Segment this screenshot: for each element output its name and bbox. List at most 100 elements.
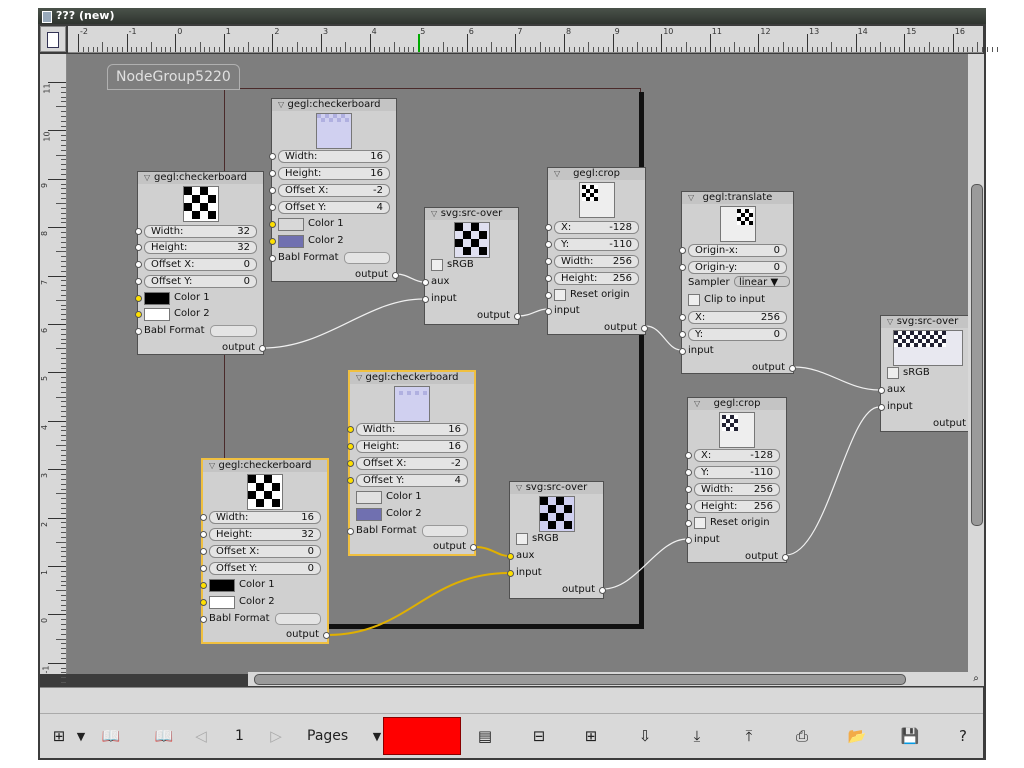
output-port[interactable]: output	[272, 268, 399, 282]
width-field[interactable]: Width: 16	[200, 510, 327, 524]
upload-icon[interactable]: ⤒	[738, 725, 760, 747]
offset-x-field[interactable]: Offset X: 0	[200, 544, 327, 558]
babl-format-field[interactable]: Babl Format	[269, 251, 396, 265]
offset-x-field[interactable]: Offset X: -2	[347, 456, 474, 470]
output-port[interactable]: output	[425, 309, 521, 323]
save-icon[interactable]: 💾	[899, 725, 921, 747]
srgb-checkbox[interactable]: sRGB	[510, 532, 603, 546]
height-field[interactable]: Height: 256	[545, 271, 645, 285]
offset-y-field[interactable]: Offset Y: 4	[269, 200, 396, 214]
offset-y-field[interactable]: Offset Y: 0	[200, 561, 327, 575]
babl-format-field[interactable]: Babl Format	[347, 524, 474, 538]
output-port[interactable]: output	[138, 341, 266, 355]
vertical-scrollbar[interactable]	[968, 54, 984, 674]
color-2-picker[interactable]: Color 2	[200, 595, 327, 609]
output-port[interactable]: output	[881, 417, 969, 431]
crop-node[interactable]: ▽ gegl:crop X: -128 Y: -110 Width: 256 Heigh…	[545, 167, 648, 335]
collapse-icon[interactable]: ▽	[694, 398, 700, 410]
horizontal-scrollbar[interactable]	[248, 672, 968, 686]
checkerboard-node[interactable]: ▽ gegl:checkerboard Width: 16 Height: 32 Of…	[200, 458, 330, 644]
color-1-picker[interactable]: Color 1	[135, 291, 263, 305]
collapse-icon[interactable]: ▽	[554, 168, 560, 180]
reset-origin-checkbox[interactable]: Reset origin	[685, 516, 786, 530]
page-view-button[interactable]	[40, 26, 66, 52]
input-port[interactable]: input	[545, 304, 645, 318]
x-field[interactable]: X: -128	[685, 448, 786, 462]
y-field[interactable]: Y: 0	[679, 327, 793, 341]
aux-port[interactable]: aux	[422, 275, 518, 289]
output-port[interactable]: output	[548, 321, 648, 335]
input-port[interactable]: input	[878, 400, 969, 414]
collapse-icon[interactable]: ▽	[516, 482, 522, 494]
crop-node[interactable]: ▽ gegl:crop X: -128 Y: -110 Width: 256 Heigh…	[685, 397, 789, 564]
color-2-picker[interactable]: Color 2	[269, 234, 396, 248]
document-icon[interactable]: ▤	[474, 725, 496, 747]
help-icon[interactable]: ?	[952, 725, 974, 747]
offset-y-field[interactable]: Offset Y: 4	[347, 473, 474, 487]
clip-to-input-checkbox[interactable]: Clip to input	[682, 293, 793, 307]
sampler-select[interactable]: Sampler linear ▼	[682, 276, 793, 290]
previous-page-icon[interactable]: ◁	[190, 725, 212, 747]
width-field[interactable]: Width: 16	[347, 422, 474, 436]
input-port[interactable]: input	[507, 566, 603, 580]
width-field[interactable]: Width: 32	[135, 224, 263, 238]
collapse-icon[interactable]: ▽	[209, 460, 215, 472]
collapse-icon[interactable]: ▽	[278, 99, 284, 111]
output-port[interactable]: output	[203, 628, 330, 642]
height-field[interactable]: Height: 16	[347, 439, 474, 453]
node-canvas[interactable]: NodeGroup5220 ▽ gegl:checkerboard Width: 3…	[67, 54, 969, 674]
output-port[interactable]: output	[350, 540, 477, 554]
srgb-checkbox[interactable]: sRGB	[425, 258, 518, 272]
collapse-icon[interactable]: ▽	[887, 316, 893, 328]
horizontal-scroll-thumb[interactable]	[254, 674, 906, 685]
print-icon[interactable]: ⎙	[791, 725, 813, 747]
checkerboard-node[interactable]: ▽ gegl:checkerboard Width: 16 Height: 16 Of…	[347, 370, 477, 556]
reset-origin-checkbox[interactable]: Reset origin	[545, 288, 645, 302]
collapse-icon[interactable]: ▽	[356, 372, 362, 384]
srgb-checkbox[interactable]: sRGB	[881, 366, 969, 380]
origin-x-field[interactable]: Origin-x: 0	[679, 243, 793, 257]
checkerboard-node[interactable]: ▽ gegl:checkerboard Width: 16 Height: 16 Of…	[269, 98, 399, 282]
output-port[interactable]: output	[682, 361, 796, 375]
color-swatch[interactable]	[383, 717, 461, 755]
y-field[interactable]: Y: -110	[685, 465, 786, 479]
color-2-picker[interactable]: Color 2	[135, 307, 263, 321]
zoom-in-icon[interactable]: ⊞	[580, 725, 602, 747]
zoom-out-icon[interactable]: ⊟	[528, 725, 550, 747]
collapse-icon[interactable]: ▽	[431, 208, 437, 220]
tree-view-icon[interactable]: ⊞	[48, 725, 70, 747]
width-field[interactable]: Width: 256	[545, 254, 645, 268]
output-port[interactable]: output	[688, 550, 789, 564]
x-field[interactable]: X: -128	[545, 220, 645, 234]
open-book-left-icon[interactable]: 📖	[100, 725, 122, 747]
color-2-picker[interactable]: Color 2	[350, 507, 474, 521]
translate-node[interactable]: ▽ gegl:translate Origin-x: 0 Origin-y: 0 Sa…	[679, 191, 796, 375]
color-1-picker[interactable]: Color 1	[269, 217, 396, 231]
input-port[interactable]: input	[685, 533, 786, 547]
aux-port[interactable]: aux	[878, 383, 969, 397]
zoom-icon[interactable]: ⌕	[968, 672, 984, 686]
src-over-node[interactable]: ▽ svg:src-over sRGB aux input output	[507, 481, 606, 599]
offset-x-field[interactable]: Offset X: -2	[269, 183, 396, 197]
aux-port[interactable]: aux	[507, 549, 603, 563]
folder-open-icon[interactable]: 📂	[846, 725, 868, 747]
height-field[interactable]: Height: 32	[200, 527, 327, 541]
output-port[interactable]: output	[510, 583, 606, 597]
x-field[interactable]: X: 256	[679, 310, 793, 324]
width-field[interactable]: Width: 16	[269, 149, 396, 163]
collapse-icon[interactable]: ▽	[688, 192, 694, 204]
import-icon[interactable]: ⇩	[634, 725, 656, 747]
y-field[interactable]: Y: -110	[545, 237, 645, 251]
height-field[interactable]: Height: 256	[685, 499, 786, 513]
height-field[interactable]: Height: 32	[135, 240, 263, 254]
input-port[interactable]: input	[679, 344, 793, 358]
color-1-picker[interactable]: Color 1	[200, 578, 327, 592]
babl-format-field[interactable]: Babl Format	[135, 324, 263, 338]
next-page-icon[interactable]: ▷	[265, 725, 287, 747]
height-field[interactable]: Height: 16	[269, 166, 396, 180]
vertical-scroll-thumb[interactable]	[971, 184, 983, 526]
src-over-node[interactable]: ▽ svg:src-over sRGB aux input output	[878, 315, 969, 432]
input-port[interactable]: input	[422, 292, 518, 306]
download-icon[interactable]: ⤓	[686, 725, 708, 747]
width-field[interactable]: Width: 256	[685, 482, 786, 496]
